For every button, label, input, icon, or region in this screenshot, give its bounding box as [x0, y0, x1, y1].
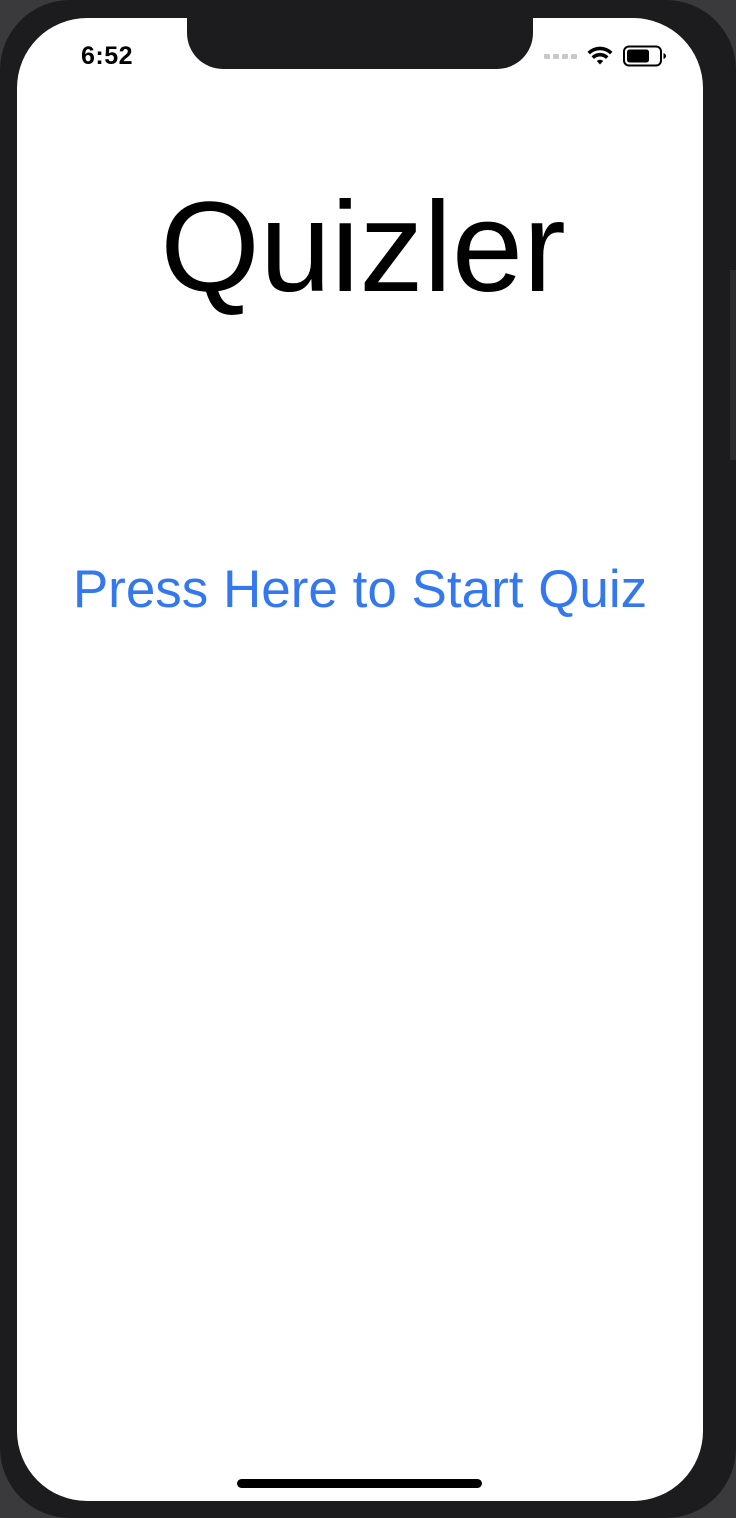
status-bar-icons: [544, 45, 667, 67]
wifi-icon: [587, 46, 613, 65]
app-screen: 6:52 Quizler Press Here to Start Quiz: [17, 18, 703, 1501]
cellular-signal-icon: [544, 53, 577, 59]
battery-icon: [623, 45, 666, 67]
home-indicator[interactable]: [237, 1479, 482, 1488]
device-frame: 6:52 Quizler Press Here to Start Quiz: [0, 0, 736, 1518]
device-notch: [187, 18, 533, 69]
device-side-edge: [730, 270, 736, 460]
status-bar-time: 6:52: [81, 42, 134, 70]
app-title: Quizler: [160, 176, 566, 319]
start-quiz-button[interactable]: Press Here to Start Quiz: [17, 558, 703, 622]
